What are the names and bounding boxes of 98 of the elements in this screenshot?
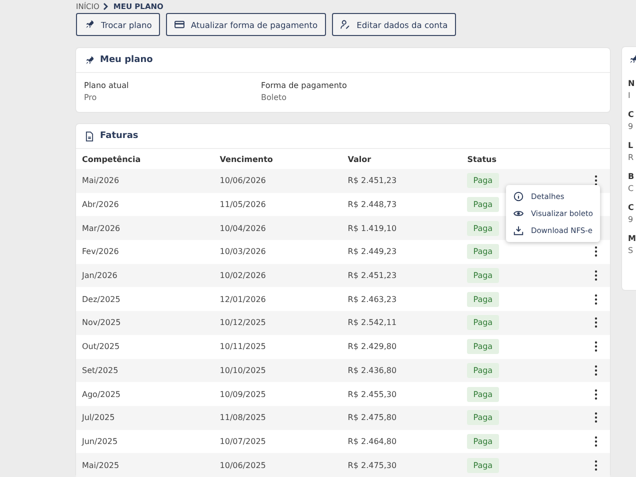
table-cell: Nov/2025 [76,311,214,335]
field-label: Forma de pagamento [261,81,348,90]
table-cell: 10/02/2026 [214,264,342,288]
table-cell: 10/06/2026 [214,169,342,193]
column-header: Status [461,149,588,169]
credit-card-icon [174,19,185,30]
kebab-menu-icon[interactable] [594,388,598,400]
field-label: C [628,203,635,212]
status-badge: Paga [467,410,499,426]
status-badge: Paga [467,292,499,307]
table-cell: R$ 2.464,80 [342,430,462,454]
status-badge: Paga [467,173,499,188]
table-cell: 11/08/2025 [214,406,342,430]
table-cell: Mai/2026 [76,169,214,193]
field-label: L [628,141,634,150]
rocket-icon [84,54,95,66]
table-cell: R$ 2.542,11 [342,311,462,335]
chevron-icon [103,3,110,10]
field-value: R [628,153,635,162]
kebab-menu-icon[interactable] [594,364,598,376]
field-value: C [628,184,635,193]
table-cell: 12/01/2026 [214,287,342,312]
field-value: I [628,91,632,100]
field-label: C [628,110,635,119]
kebab-menu-icon[interactable] [594,270,598,282]
kebab-menu-icon[interactable] [594,294,598,305]
kebab-menu-icon[interactable] [594,412,598,424]
status-badge: Paga [467,458,499,473]
table-cell: R$ 2.463,23 [342,287,462,312]
download-icon [512,225,524,236]
table-cell: R$ 2.436,80 [342,358,462,382]
field-label: N [628,79,636,88]
user-edit-icon [340,19,351,30]
field-value: 9 [628,215,634,224]
kebab-menu-icon[interactable] [594,246,598,258]
table-cell: Jan/2026 [76,264,214,288]
table-cell: Abr/2026 [76,192,214,216]
rocket-icon [84,19,95,30]
kebab-menu-icon[interactable] [594,175,598,186]
table-cell: R$ 2.475,80 [342,406,462,430]
table-cell: R$ 2.451,23 [342,169,462,193]
field-value: Boleto [261,93,288,102]
table-cell: Dez/2025 [76,287,214,312]
column-header: Vencimento [214,149,342,169]
status-badge: Paga [467,434,499,449]
kebab-menu-icon[interactable] [594,436,598,447]
column-header: Valor [342,149,462,169]
table-cell: 10/11/2025 [214,334,342,358]
field-label: Plano atual [84,81,130,90]
status-badge: Paga [467,268,499,284]
eye-icon [512,208,524,219]
table-cell: 10/07/2025 [214,430,342,454]
table-cell: Set/2025 [76,358,214,382]
status-badge: Paga [467,339,499,354]
status-badge: Paga [467,362,499,378]
table-cell: Jul/2025 [76,406,214,430]
table-cell: R$ 2.455,30 [342,382,462,406]
action-button[interactable]: Atualizar forma de pagamento [166,13,326,36]
table-cell: Out/2025 [76,334,214,358]
field-label: M [628,234,636,243]
status-badge: Paga [467,197,499,212]
table-cell: 10/12/2025 [214,311,342,335]
action-button[interactable]: Trocar plano [76,13,160,36]
table-cell: 10/03/2026 [214,240,342,264]
table-cell: 10/06/2025 [214,453,342,477]
table-cell: R$ 2.475,30 [342,453,462,477]
field-value: 9 [628,122,634,131]
table-cell: Fev/2026 [76,240,214,264]
table-cell: R$ 2.449,23 [342,240,462,264]
kebab-menu-icon[interactable] [594,317,598,328]
table-cell: 10/09/2025 [214,382,342,406]
kebab-menu-icon[interactable] [594,460,598,471]
status-badge: Paga [467,244,499,260]
card-title: Faturas [100,131,138,141]
info-icon [512,191,524,202]
field-value: S [628,246,634,255]
table-cell: Jun/2025 [76,430,214,454]
status-badge: Paga [467,220,499,236]
table-cell: R$ 2.429,80 [342,334,462,358]
table-cell: R$ 2.451,23 [342,264,462,288]
document-icon [84,130,95,142]
table-cell: 11/05/2026 [214,192,342,216]
table-cell: Mai/2025 [76,453,214,477]
column-header: Competência [76,149,214,169]
field-value: Pro [84,93,98,102]
table-cell: 10/04/2026 [214,216,342,240]
table-cell: R$ 1.419,10 [342,216,462,240]
field-label: B [628,172,636,181]
card-title: Meu plano [100,55,153,65]
table-cell: 10/10/2025 [214,358,342,382]
table-cell: Mar/2026 [76,216,214,240]
table-cell: R$ 2.448,73 [342,192,462,216]
status-badge: Paga [467,315,499,330]
table-cell: Ago/2025 [76,382,214,406]
action-button[interactable]: Editar dados da conta [332,13,456,36]
kebab-menu-icon[interactable] [594,341,598,352]
status-badge: Paga [467,386,499,402]
rocket-icon [628,54,636,64]
